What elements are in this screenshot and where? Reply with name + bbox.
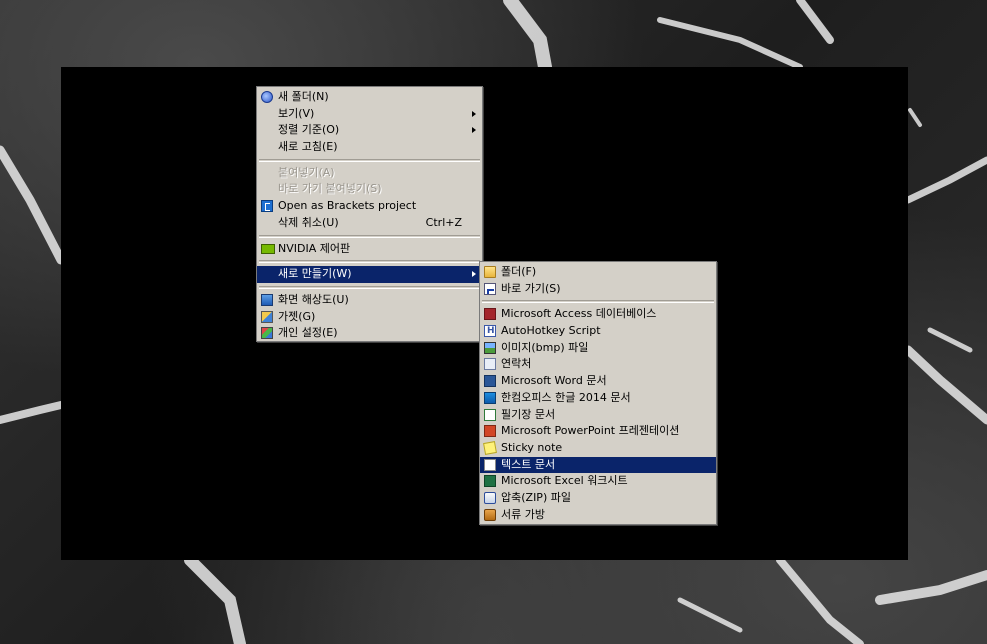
zip-icon: [484, 491, 496, 504]
menu-item-label: Sticky note: [501, 440, 563, 454]
menu-item-label: Microsoft Access 데이터베이스: [501, 307, 657, 321]
menu-item-label: 새로 만들기(W): [278, 267, 352, 281]
submenu-arrow-icon: [472, 110, 476, 117]
sticky-note-icon: [483, 440, 497, 455]
menu-item-label: 보기(V): [278, 106, 315, 120]
menu-item-화면-해상도-u[interactable]: 화면 해상도(U): [257, 292, 482, 309]
new-folder-icon: [261, 91, 273, 103]
folder-icon: [484, 266, 496, 278]
menu-item-microsoft-excel-워크시트[interactable]: Microsoft Excel 워크시트: [480, 473, 716, 490]
menu-item-label: Microsoft PowerPoint 프레젠테이션: [501, 424, 680, 438]
submenu-arrow-icon: [472, 271, 476, 278]
menu-item-연락처[interactable]: 연락처: [480, 356, 716, 373]
access-icon: [484, 308, 496, 321]
menu-item-open-as-brackets-project[interactable]: Open as Brackets project: [257, 198, 482, 215]
menu-item-이미지-bmp-파일[interactable]: 이미지(bmp) 파일: [480, 340, 716, 357]
menu-item-텍스트-문서[interactable]: 텍스트 문서: [480, 456, 716, 474]
menu-item-가젯-g[interactable]: 가젯(G): [257, 309, 482, 326]
contact-icon: [484, 358, 496, 371]
menu-separator: [259, 285, 480, 289]
new-item-submenu: 폴더(F) 바로 가기(S) Microsoft Access 데이터베이스 Auto…: [479, 261, 717, 525]
menu-item-붙여넣기-a: 붙여넣기(A): [257, 165, 482, 182]
menu-item-label: 서류 가방: [501, 507, 545, 521]
menu-separator: [259, 260, 480, 264]
menu-item-서류-가방[interactable]: 서류 가방: [480, 507, 716, 524]
menu-item-정렬-기준-o[interactable]: 정렬 기준(O): [257, 122, 482, 139]
menu-item-label: 정렬 기준(O): [278, 123, 340, 137]
menu-item-label: Microsoft Excel 워크시트: [501, 474, 628, 488]
menu-separator: [259, 234, 480, 238]
menu-item-label: 필기장 문서: [501, 407, 556, 421]
menu-item-label: Open as Brackets project: [278, 199, 417, 213]
menu-item-보기-v[interactable]: 보기(V): [257, 106, 482, 123]
menu-item-label: NVIDIA 제어판: [278, 241, 351, 255]
menu-item-삭제-취소-u[interactable]: 삭제 취소(U) Ctrl+Z: [257, 215, 482, 232]
menu-separator: [482, 300, 714, 304]
menu-item-microsoft-word-문서[interactable]: Microsoft Word 문서: [480, 373, 716, 390]
menu-item-label: 붙여넣기(A): [278, 165, 335, 179]
menu-item-바로-가기-붙여넣기-s: 바로 가기 붙여넣기(S): [257, 181, 482, 198]
desktop-context-menu: 새 폴더(N) 보기(V) 정렬 기준(O) 새로 고침(E) 붙여넣기(A) 바로 가기…: [256, 86, 483, 342]
menu-item-label: 삭제 취소(U): [278, 215, 339, 229]
menu-item-label: 새 폴더(N): [278, 90, 329, 103]
word-icon: [484, 375, 496, 388]
nvidia-icon: [261, 243, 275, 254]
hwp-icon: [484, 391, 496, 404]
menu-item-label: 바로 가기 붙여넣기(S): [278, 182, 382, 196]
menu-item-microsoft-powerpoint-프레젠테이션[interactable]: Microsoft PowerPoint 프레젠테이션: [480, 423, 716, 440]
menu-item-shortcut: Ctrl+Z: [425, 215, 462, 229]
bitmap-icon: [484, 341, 496, 354]
menu-item-label: Microsoft Word 문서: [501, 374, 607, 388]
menu-item-microsoft-access-데이터베이스[interactable]: Microsoft Access 데이터베이스: [480, 306, 716, 323]
menu-item-새로-고침-e[interactable]: 새로 고침(E): [257, 139, 482, 156]
personalize-icon: [261, 327, 273, 340]
menu-item-label: 바로 가기(S): [501, 281, 561, 295]
menu-item-label: AutoHotkey Script: [501, 324, 601, 338]
powerpoint-icon: [484, 425, 496, 438]
text-document-icon: [484, 458, 496, 471]
excel-icon: [484, 475, 496, 488]
menu-separator: [259, 158, 480, 162]
menu-item-폴더-f[interactable]: 폴더(F): [480, 264, 716, 281]
menu-item-label: 한컴오피스 한글 2014 문서: [501, 390, 631, 404]
menu-item-한컴오피스-한글-2014-문서[interactable]: 한컴오피스 한글 2014 문서: [480, 390, 716, 407]
menu-item-autohotkey-script[interactable]: AutoHotkey Script: [480, 323, 716, 340]
menu-item-label: 새로 고침(E): [278, 140, 338, 154]
menu-item-label: 가젯(G): [278, 309, 316, 323]
menu-item-압축-zip-파일[interactable]: 압축(ZIP) 파일: [480, 490, 716, 507]
screen-resolution-icon: [261, 293, 273, 306]
menu-item-label: 압축(ZIP) 파일: [501, 490, 571, 504]
menu-item-sticky-note[interactable]: Sticky note: [480, 440, 716, 457]
menu-item-개인-설정-e[interactable]: 개인 설정(E): [257, 325, 482, 342]
menu-item-nvidia-제어판[interactable]: NVIDIA 제어판: [257, 241, 482, 258]
submenu-arrow-icon: [472, 127, 476, 134]
brackets-icon: [261, 200, 273, 213]
menu-item-label: 연락처: [501, 357, 532, 371]
briefcase-icon: [484, 508, 496, 521]
menu-item-새-폴더-n[interactable]: 새 폴더(N): [257, 89, 482, 106]
menu-item-label: 이미지(bmp) 파일: [501, 340, 589, 354]
autohotkey-icon: [484, 323, 496, 340]
menu-item-label: 텍스트 문서: [501, 457, 556, 471]
journal-icon: [484, 408, 496, 421]
menu-item-필기장-문서[interactable]: 필기장 문서: [480, 407, 716, 424]
menu-item-label: 폴더(F): [501, 265, 537, 278]
shortcut-icon: [484, 282, 496, 295]
menu-item-바로-가기-s[interactable]: 바로 가기(S): [480, 281, 716, 298]
gadget-icon: [261, 310, 273, 323]
menu-item-label: 개인 설정(E): [278, 326, 338, 340]
menu-item-label: 화면 해상도(U): [278, 292, 349, 306]
menu-item-새로-만들기-w[interactable]: 새로 만들기(W): [257, 266, 482, 283]
